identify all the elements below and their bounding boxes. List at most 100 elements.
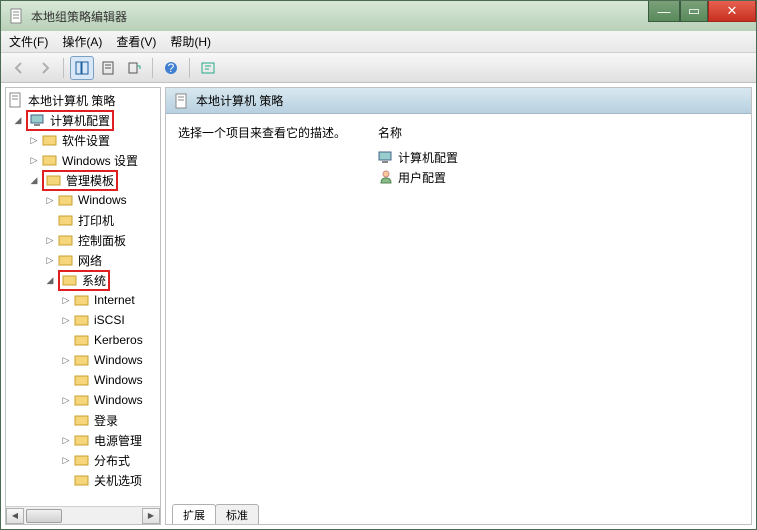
tree-label: Windows [94, 353, 143, 367]
tree-scroll[interactable]: 本地计算机 策略 ◢ 计算机配置 ▷ 软件设置 ▷ W [6, 88, 160, 506]
back-button [7, 56, 31, 80]
scrollbar-thumb[interactable] [26, 509, 62, 523]
expander-closed-icon[interactable]: ▷ [60, 354, 72, 366]
scroll-right-icon[interactable]: ▶ [142, 508, 160, 524]
minimize-button[interactable]: — [648, 1, 680, 22]
tree-label: 软件设置 [62, 132, 110, 149]
annotation-highlight: 计算机配置 [26, 110, 114, 131]
tab-extended[interactable]: 扩展 [172, 504, 216, 524]
list-header[interactable]: 名称 [378, 124, 739, 147]
toolbar-separator [152, 58, 153, 78]
folder-icon [42, 132, 58, 148]
tree-item-software-settings[interactable]: ▷ 软件设置 [6, 130, 160, 150]
expander-closed-icon[interactable]: ▷ [44, 194, 56, 206]
tree-item-windows-settings[interactable]: ▷ Windows 设置 [6, 150, 160, 170]
tree-label: Windows [94, 393, 143, 407]
tree-root[interactable]: 本地计算机 策略 [6, 90, 160, 110]
expander-spacer [60, 414, 72, 426]
expander-open-icon[interactable]: ◢ [12, 114, 24, 126]
titlebar[interactable]: 本地组策略编辑器 — ▭ ✕ [1, 1, 756, 31]
content-tabs: 扩展 标准 [166, 502, 751, 524]
expander-closed-icon[interactable]: ▷ [44, 254, 56, 266]
svg-text:?: ? [168, 61, 175, 75]
scroll-left-icon[interactable]: ◀ [6, 508, 24, 524]
tree-item-windows-c2[interactable]: Windows [6, 370, 160, 390]
content-body: 选择一个项目来查看它的描述。 名称 计算机配置 用户配置 [166, 114, 751, 502]
tree-item-dfs[interactable]: ▷ 分布式 [6, 450, 160, 470]
tree-item-admin-templates[interactable]: ◢ 管理模板 [6, 170, 160, 190]
close-button[interactable]: ✕ [708, 1, 756, 22]
description-column: 选择一个项目来查看它的描述。 [178, 124, 378, 498]
expander-closed-icon[interactable]: ▷ [60, 314, 72, 326]
user-icon [378, 169, 394, 185]
tree-label: Kerberos [94, 333, 143, 347]
filter-button[interactable] [196, 56, 220, 80]
tree-item-printer[interactable]: 打印机 [6, 210, 160, 230]
menu-help[interactable]: 帮助(H) [170, 33, 211, 50]
tree-label: 电源管理 [94, 432, 142, 449]
folder-icon [74, 372, 90, 388]
tree-item-internet[interactable]: ▷ Internet [6, 290, 160, 310]
expander-closed-icon[interactable]: ▷ [28, 134, 40, 146]
list-item-computer-config[interactable]: 计算机配置 [378, 147, 739, 167]
tree-label: 管理模板 [66, 172, 114, 189]
tree-item-kerberos[interactable]: Kerberos [6, 330, 160, 350]
expander-closed-icon[interactable]: ▷ [60, 294, 72, 306]
content-header: 本地计算机 策略 [166, 88, 751, 114]
expander-closed-icon[interactable]: ▷ [44, 234, 56, 246]
show-tree-button[interactable] [70, 56, 94, 80]
properties-button[interactable] [96, 56, 120, 80]
list-item-user-config[interactable]: 用户配置 [378, 167, 739, 187]
menu-view[interactable]: 查看(V) [116, 33, 156, 50]
maximize-button[interactable]: ▭ [680, 1, 708, 22]
tree-label: iSCSI [94, 313, 125, 327]
list-column: 名称 计算机配置 用户配置 [378, 124, 739, 498]
folder-icon [58, 252, 74, 268]
tree-item-iscsi[interactable]: ▷ iSCSI [6, 310, 160, 330]
tab-standard[interactable]: 标准 [215, 504, 259, 524]
folder-icon [58, 232, 74, 248]
tree-label: 系统 [82, 272, 106, 289]
expander-closed-icon[interactable]: ▷ [60, 394, 72, 406]
window-title: 本地组策略编辑器 [31, 8, 127, 25]
menu-file[interactable]: 文件(F) [9, 33, 48, 50]
tree-item-windows-c3[interactable]: ▷ Windows [6, 390, 160, 410]
folder-icon [62, 272, 78, 288]
tree-item-system[interactable]: ◢ 系统 [6, 270, 160, 290]
tree-item-windows-c1[interactable]: ▷ Windows [6, 350, 160, 370]
policy-icon [174, 93, 190, 109]
content-title: 本地计算机 策略 [196, 92, 283, 109]
expander-spacer [60, 474, 72, 486]
forward-button [33, 56, 57, 80]
expander-closed-icon[interactable]: ▷ [60, 434, 72, 446]
expander-closed-icon[interactable]: ▷ [60, 454, 72, 466]
folder-icon [74, 412, 90, 428]
tree-item-shutdown[interactable]: 关机选项 [6, 470, 160, 490]
menu-action[interactable]: 操作(A) [62, 33, 102, 50]
gpedit-window: 本地组策略编辑器 — ▭ ✕ 文件(F) 操作(A) 查看(V) 帮助(H) ?… [0, 0, 757, 530]
tree-item-logon[interactable]: 登录 [6, 410, 160, 430]
help-button[interactable]: ? [159, 56, 183, 80]
tree-label: 网络 [78, 252, 102, 269]
content-panel: 本地计算机 策略 选择一个项目来查看它的描述。 名称 计算机配置 [165, 87, 752, 525]
tree-panel: 本地计算机 策略 ◢ 计算机配置 ▷ 软件设置 ▷ W [5, 87, 161, 525]
policy-icon [9, 8, 25, 24]
expander-open-icon[interactable]: ◢ [44, 274, 56, 286]
export-button[interactable] [122, 56, 146, 80]
expander-closed-icon[interactable]: ▷ [28, 154, 40, 166]
tree-item-computer-config[interactable]: ◢ 计算机配置 [6, 110, 160, 130]
folder-icon [74, 392, 90, 408]
tree-label: 关机选项 [94, 472, 142, 489]
body-area: 本地计算机 策略 ◢ 计算机配置 ▷ 软件设置 ▷ W [1, 83, 756, 529]
expander-open-icon[interactable]: ◢ [28, 174, 40, 186]
tree-item-windows[interactable]: ▷ Windows [6, 190, 160, 210]
horizontal-scrollbar[interactable]: ◀ ▶ [6, 506, 160, 524]
tree-item-network[interactable]: ▷ 网络 [6, 250, 160, 270]
computer-icon [30, 112, 46, 128]
tree-label: Internet [94, 293, 135, 307]
tree-item-control-panel[interactable]: ▷ 控制面板 [6, 230, 160, 250]
tree-label: Windows 设置 [62, 152, 138, 169]
folder-icon [74, 472, 90, 488]
tree-item-power[interactable]: ▷ 电源管理 [6, 430, 160, 450]
expander-spacer [60, 374, 72, 386]
